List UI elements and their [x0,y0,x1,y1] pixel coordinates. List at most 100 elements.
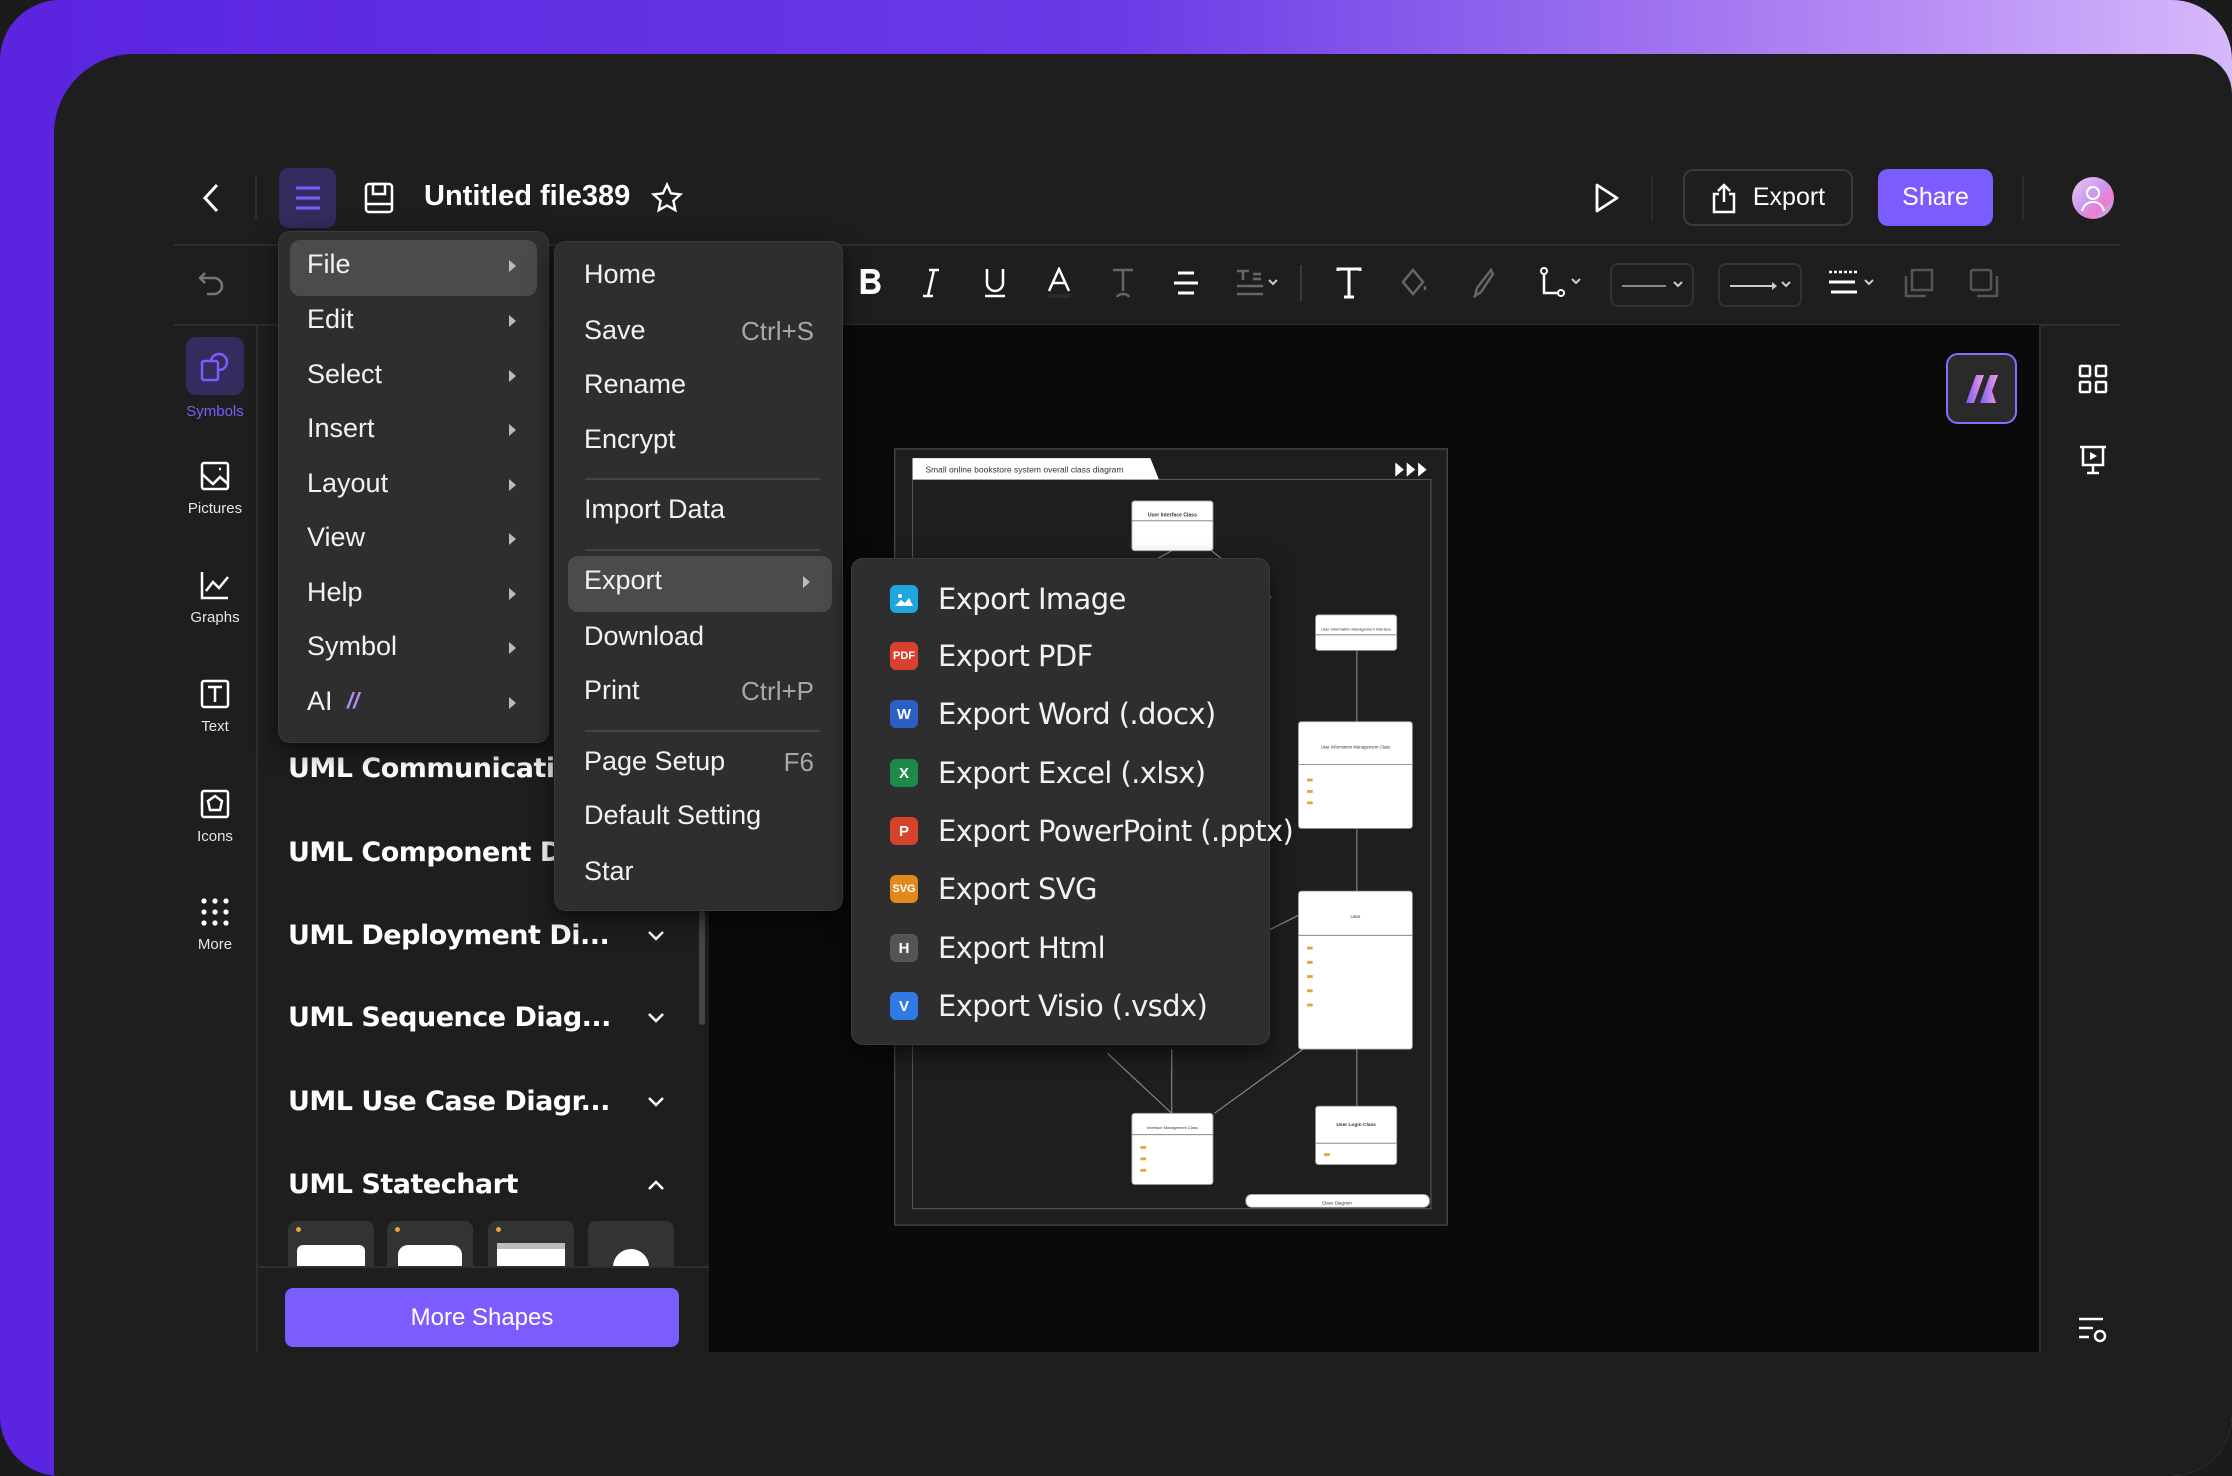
menu-item-edit[interactable]: Edit [290,294,537,348]
submenu-arrow-icon [509,533,516,545]
pages-overview-button[interactable] [2076,362,2110,396]
settings-panel-button[interactable] [2076,1313,2110,1347]
underline-button[interactable] [977,263,1013,303]
text-highlight-button[interactable] [1105,263,1141,303]
menu-item-label: Download [584,621,705,651]
panel-scrollbar[interactable] [699,911,705,1025]
connector-dropdown[interactable] [1538,263,1590,303]
menu-item-symbol[interactable]: Symbol [290,621,537,675]
symbols-icon [186,337,244,395]
font-color-button[interactable] [1041,263,1077,303]
more-shapes-button[interactable]: More Shapes [285,1288,679,1347]
file-menu-item-export[interactable]: Export [567,555,831,609]
chevron-down-icon[interactable] [646,926,666,946]
menu-item-label: Help [307,577,363,607]
file-menu-item-star[interactable]: Star [567,846,831,900]
export-item[interactable]: X Export Excel (.xlsx) [852,745,1271,801]
chevron-up-icon[interactable] [646,1175,666,1195]
menu-item-ai[interactable]: AI // [290,676,537,730]
line-color-button[interactable] [1465,263,1501,303]
export-item[interactable]: SVG Export SVG [852,861,1271,917]
file-menu-item-page-setup[interactable]: Page Setup F6 [567,736,831,790]
diagram-title: Small online bookstore system overall cl… [925,464,1123,474]
line-weight-dropdown[interactable] [1826,263,1878,303]
file-menu-item-default-setting[interactable]: Default Setting [567,790,831,844]
menu-item-select[interactable]: Select [290,349,537,403]
menu-item-help[interactable]: Help [290,567,537,621]
present-button[interactable] [1590,180,1624,216]
menu-separator [585,730,820,732]
file-menu-item-download[interactable]: Download [567,611,831,665]
export-button[interactable]: Export [1683,169,1853,226]
shape-composite-state[interactable] [488,1221,574,1267]
favorite-button[interactable] [650,181,684,215]
svg-text:User Interface Class: User Interface Class [1148,513,1197,519]
category-uml-communication[interactable]: UML Communicatio.. [288,753,593,784]
ai-logo-icon [1965,374,1998,403]
menu-item-insert[interactable]: Insert [290,403,537,457]
line-style-dropdown[interactable] [1610,263,1694,307]
category-uml-deployment[interactable]: UML Deployment Di... [288,920,610,951]
menu-item-view[interactable]: View [290,512,537,566]
rail-icons[interactable]: Icons [174,788,256,845]
underline-icon [985,269,1005,298]
text-tool-button[interactable] [1331,263,1367,303]
text-tool-icon [1336,267,1362,299]
save-button[interactable] [362,180,396,216]
main-menu-button[interactable] [279,168,336,228]
icons-icon [200,789,230,819]
export-item[interactable]: Export Image [852,571,1271,627]
bring-front-button[interactable] [1901,263,1937,303]
export-item[interactable]: H Export Html [852,920,1271,976]
rail-label: Text [201,718,229,735]
file-menu-item-print[interactable]: Print Ctrl+P [567,665,831,719]
rail-pictures[interactable]: Pictures [174,460,256,517]
play-icon [1595,183,1619,213]
export-item[interactable]: PDF Export PDF [852,628,1271,684]
file-menu-item-home[interactable]: Home [567,249,831,303]
category-uml-sequence[interactable]: UML Sequence Diag... [288,1002,611,1033]
arrow-style-dropdown[interactable] [1718,263,1802,307]
menu-item-label: Print [584,675,640,705]
back-button[interactable] [196,178,226,218]
rail-symbols[interactable]: Symbols [174,337,256,420]
rail-more[interactable]: More [174,896,256,953]
category-uml-component[interactable]: UML Component Di.. [288,837,591,868]
svg-icon: SVG [890,875,918,903]
align-button[interactable] [1168,263,1204,303]
export-item[interactable]: W Export Word (.docx) [852,686,1271,742]
shape-state[interactable] [288,1221,374,1267]
bring-to-front-icon [1904,268,1934,298]
category-uml-use-case[interactable]: UML Use Case Diagr... [288,1086,610,1117]
export-item[interactable]: V Export Visio (.vsdx) [852,978,1271,1034]
chevron-down-icon[interactable] [646,1008,666,1028]
menu-item-layout[interactable]: Layout [290,458,537,512]
document-title[interactable]: Untitled file389 [424,180,630,213]
file-menu-item-save[interactable]: Save Ctrl+S [567,305,831,359]
menu-item-label: Select [307,359,383,389]
undo-button[interactable] [193,263,229,303]
picture-icon [200,461,230,491]
bold-button[interactable]: 𝐁 [852,263,888,303]
presentation-button[interactable] [2076,443,2110,477]
menu-item-file[interactable]: File [290,239,537,293]
rail-text[interactable]: Text [174,678,256,735]
line-spacing-dropdown[interactable] [1233,263,1283,303]
shape-state-rounded[interactable] [387,1221,473,1267]
divider [255,176,257,220]
category-uml-statechart[interactable]: UML Statechart [288,1169,518,1200]
ai-assistant-button[interactable] [1946,353,2017,424]
file-menu-item-encrypt[interactable]: Encrypt [567,414,831,468]
send-back-button[interactable] [1966,263,2002,303]
rail-graphs[interactable]: Graphs [174,569,256,626]
user-avatar[interactable] [2072,177,2114,219]
export-item[interactable]: P Export PowerPoint (.pptx) [852,803,1294,859]
fill-button[interactable] [1397,263,1433,303]
svg-text:User: User [1350,914,1361,920]
file-menu-item-import-data[interactable]: Import Data [567,484,831,538]
italic-button[interactable] [913,263,949,303]
share-button[interactable]: Share [1878,169,1993,226]
file-menu-item-rename[interactable]: Rename [567,359,831,413]
shape-initial-state[interactable] [588,1221,674,1267]
chevron-down-icon[interactable] [646,1092,666,1112]
